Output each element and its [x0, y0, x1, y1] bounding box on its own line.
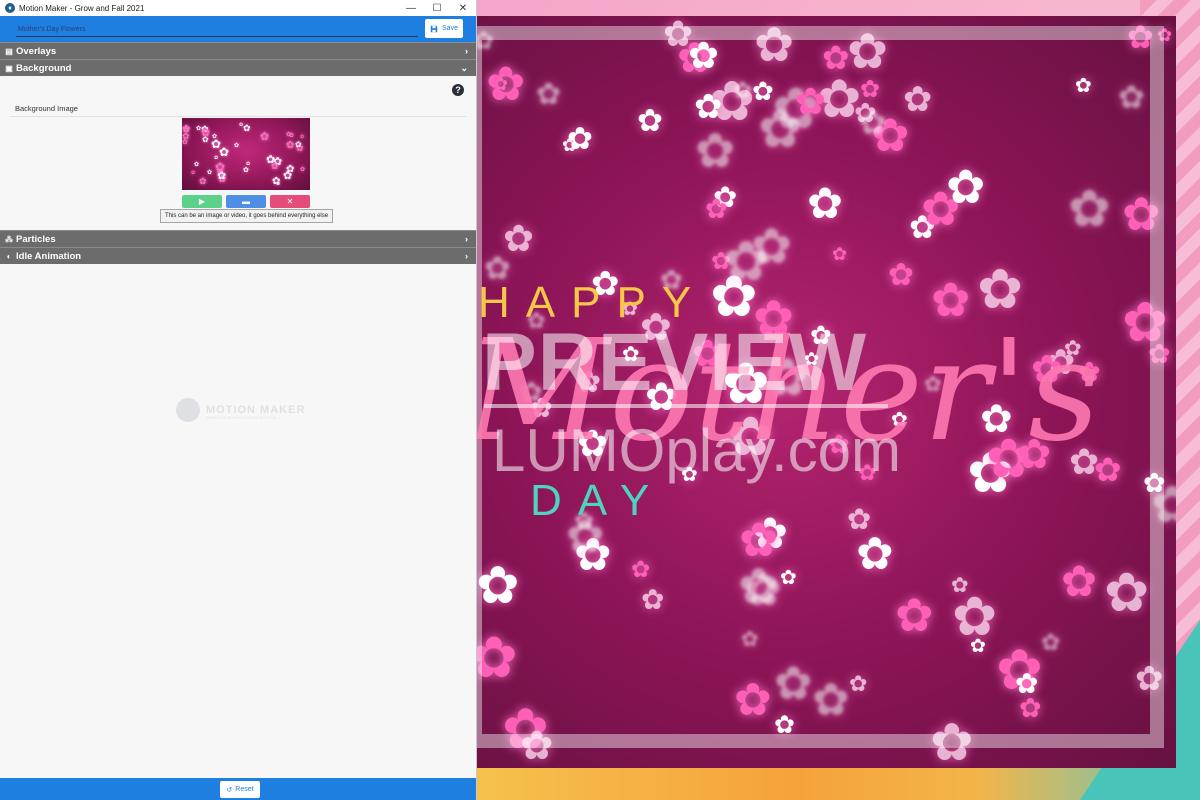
thumbnail-blossom: ✿	[201, 127, 211, 139]
preview-watermark-line	[484, 404, 888, 408]
close-button[interactable]: ✕	[450, 0, 476, 16]
thumbnail-blossom: ✿	[212, 134, 218, 140]
thumbnail-blossom: ✿	[196, 126, 202, 132]
animation-icon: ◐	[6, 251, 12, 261]
thumbnail-blossom: ✿	[260, 131, 270, 143]
chevron-down-icon: ⌄	[460, 62, 468, 73]
save-button[interactable]: Save	[425, 19, 463, 38]
thumbnail-blossom: ✿	[295, 140, 302, 149]
thumbnail-blossom: ✿	[207, 170, 213, 176]
section-particles-label: Particles	[16, 233, 56, 245]
site-watermark: LUMOplay.com	[492, 417, 901, 484]
thumbnail-blossom: ✿	[214, 155, 219, 161]
undo-icon: ↺	[226, 786, 233, 794]
thumbnail-blossom: ✿	[234, 143, 240, 149]
thumbnail-blossom: ✿	[286, 140, 295, 151]
chevron-right-icon: ›	[465, 234, 468, 244]
close-icon: ✕	[286, 197, 294, 206]
play-icon: ▶	[198, 197, 206, 206]
play-button[interactable]: ▶	[182, 195, 222, 208]
title-bar[interactable]: ♦ Motion Maker - Grow and Fall 2021 — ☐ …	[0, 0, 476, 16]
divider	[10, 116, 466, 117]
tooltip: This can be an image or video, it goes b…	[160, 209, 334, 223]
remove-button[interactable]: ✕	[270, 195, 310, 208]
thumbnail-blossom: ✿	[243, 123, 251, 133]
motion-maker-logo-icon: ♦	[5, 3, 15, 13]
thumbnail-blossom: ✿	[243, 167, 249, 174]
thumbnail-blossom: ✿	[286, 132, 292, 138]
thumbnail-blossom: ✿	[300, 167, 306, 173]
background-image-label: Background Image	[15, 104, 78, 113]
preview-watermark: PREVIEW	[482, 317, 868, 408]
window-controls: — ☐ ✕	[398, 0, 476, 16]
chevron-right-icon: ›	[465, 251, 468, 261]
footer-bar: ↺ Reset	[0, 778, 476, 800]
thumbnail-blossom: ✿	[219, 145, 230, 159]
thumbnail-blossom: ✿	[271, 161, 279, 171]
watermark-subtitle: ANIMATED CHURCH MEDIA SYSTEM	[206, 415, 276, 420]
reset-label: Reset	[235, 786, 254, 793]
image-icon: ▣	[5, 63, 13, 73]
background-panel: ? Background Image ✿ ✿ ✿ ✿ ✿ ✿ ✿ ✿ ✿ ✿ ✿ ✿ ✿ ✿ ✿ ✿ ✿ ✿ ✿ ✿ ✿…	[0, 76, 476, 230]
thumbnail-blossom: ✿	[194, 162, 200, 168]
layers-icon: ▤	[5, 46, 13, 56]
section-overlays[interactable]: ▤ Overlays ›	[0, 42, 476, 59]
thumbnail-blossom: ✿	[191, 170, 196, 176]
folder-open-icon: ▬	[242, 197, 250, 206]
motion-maker-watermark: MOTION MAKER ANIMATED CHURCH MEDIA SYSTE…	[176, 398, 305, 422]
thumbnail-blossom: ✿	[272, 176, 281, 187]
section-background[interactable]: ▣ Background ⌄	[0, 59, 476, 76]
browse-button[interactable]: ▬	[226, 195, 266, 208]
window-title: Motion Maker - Grow and Fall 2021	[19, 3, 145, 13]
maximize-button[interactable]: ☐	[424, 0, 450, 16]
thumbnail-blossom: ✿	[239, 122, 244, 128]
question-mark-icon[interactable]: ?	[452, 84, 464, 96]
section-background-label: Background	[16, 62, 72, 74]
minimize-button[interactable]: —	[398, 0, 424, 16]
floppy-disk-icon	[430, 25, 438, 32]
thumbnail-blossom: ✿	[215, 160, 226, 174]
project-name-input[interactable]	[16, 22, 418, 37]
particles-icon: ⁂	[5, 234, 13, 244]
save-label: Save	[442, 25, 458, 32]
thumbnail-blossom: ✿	[199, 176, 207, 186]
thumbnail-blossom: ✿	[283, 170, 293, 182]
section-particles[interactable]: ⁂ Particles ›	[0, 230, 476, 247]
watermark-logo-icon	[176, 398, 200, 422]
chevron-right-icon: ›	[465, 46, 468, 56]
panel-body: MOTION MAKER ANIMATED CHURCH MEDIA SYSTE…	[0, 264, 476, 778]
background-thumbnail[interactable]: ✿ ✿ ✿ ✿ ✿ ✿ ✿ ✿ ✿ ✿ ✿ ✿ ✿ ✿ ✿ ✿ ✿ ✿ ✿ ✿ ✿ ✿ ✿ ✿ ✿ ✿ ✿ ✿ ✿ ✿ ✿ ✿ ✿ ✿ ✿ ✿ ✿ ✿ ✿ ✿	[182, 118, 310, 190]
header-bar: Save	[0, 16, 476, 42]
app-window: ♦ Motion Maker - Grow and Fall 2021 — ☐ …	[0, 0, 477, 800]
reset-button[interactable]: ↺ Reset	[220, 781, 260, 798]
section-idle-animation-label: Idle Animation	[16, 250, 82, 262]
section-overlays-label: Overlays	[16, 45, 57, 57]
section-idle-animation[interactable]: ◐ Idle Animation ›	[0, 247, 476, 264]
thumbnail-blossom: ✿	[182, 131, 190, 141]
